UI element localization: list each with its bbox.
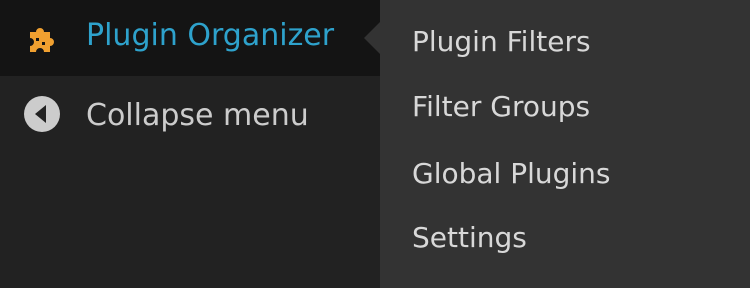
collapse-menu-button[interactable]: Collapse menu [0, 76, 380, 156]
collapse-arrow-icon [22, 94, 62, 134]
collapse-menu-label: Collapse menu [86, 98, 309, 133]
submenu-item-global-plugins[interactable]: Global Plugins [412, 157, 611, 190]
menu-item-plugin-organizer[interactable]: Plugin Organizer [0, 0, 380, 76]
puzzle-piece-icon [22, 18, 62, 58]
menu-item-label: Plugin Organizer [86, 18, 335, 53]
submenu-item-filter-groups[interactable]: Filter Groups [412, 90, 590, 123]
admin-sidebar-menu: Plugin Organizer Collapse menu [0, 0, 380, 288]
submenu-item-settings[interactable]: Settings [412, 221, 527, 254]
plugin-organizer-submenu: Plugin Filters Filter Groups Global Plug… [364, 0, 750, 288]
wp-admin-screen: Plugin Organizer Collapse menu Plugin Fi… [0, 0, 750, 288]
submenu-pointer [364, 22, 380, 54]
submenu-item-plugin-filters[interactable]: Plugin Filters [412, 25, 591, 58]
